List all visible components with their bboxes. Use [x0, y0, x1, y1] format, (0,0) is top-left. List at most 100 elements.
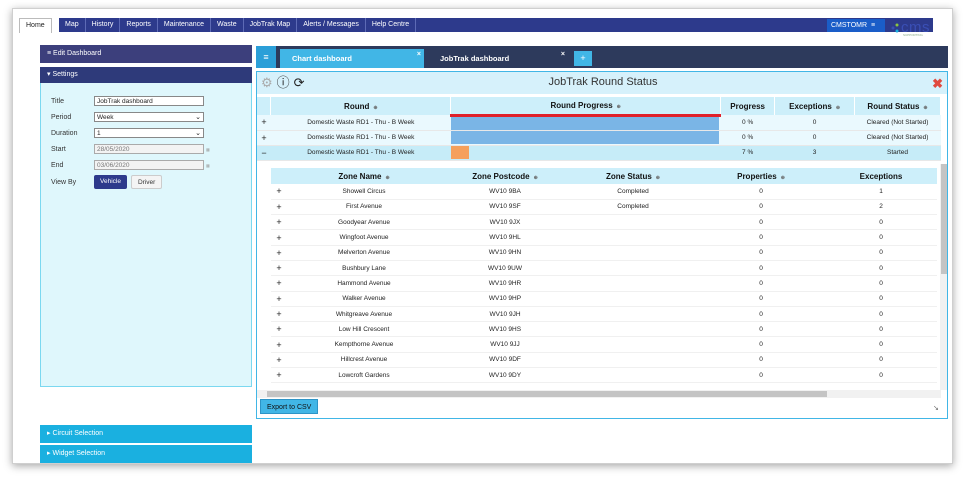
expand-icon[interactable]: +: [271, 367, 287, 384]
period-value: Week: [97, 114, 114, 121]
expand-icon[interactable]: +: [271, 336, 287, 353]
settings-body: Title JobTrak dashboard Period Week ⌄ Du…: [40, 83, 252, 387]
circuit-selection-header[interactable]: ▸ Circuit Selection: [40, 425, 252, 443]
col-exceptions[interactable]: Exceptions ⊕: [774, 97, 856, 115]
zone-row[interactable]: + Lowcroft Gardens WV10 9DY 0 0: [271, 367, 937, 384]
end-date-input[interactable]: 03/06/2020: [94, 160, 204, 170]
col-properties[interactable]: Properties ⊕: [697, 168, 825, 184]
filter-icon[interactable]: ⊕: [385, 175, 389, 181]
zone-row[interactable]: + Wingfoot Avenue WV10 9HL 0 0: [271, 229, 937, 246]
tabs-menu-icon[interactable]: ≡: [256, 46, 276, 68]
expand-icon[interactable]: +: [271, 229, 287, 246]
filter-icon[interactable]: ⊕: [656, 175, 660, 181]
settings-gear-icon[interactable]: ⚙: [261, 75, 273, 90]
tab-jobtrak-dashboard[interactable]: JobTrak dashboard ×: [428, 49, 568, 68]
vertical-scrollbar[interactable]: [940, 164, 947, 390]
filter-icon[interactable]: ⊕: [923, 105, 927, 111]
calendar-icon[interactable]: ▦: [206, 163, 210, 168]
expand-icon[interactable]: +: [271, 321, 287, 338]
col-zone-exceptions[interactable]: Exceptions: [825, 168, 937, 184]
round-row[interactable]: + Domestic Waste RD1 - Thu - B Week 0 % 0 Cl…: [257, 115, 941, 131]
zone-name: Walker Avenue: [287, 291, 441, 307]
expand-icon[interactable]: +: [271, 199, 287, 216]
zone-row[interactable]: + Goodyear Avenue WV10 9JX 0 0: [271, 214, 937, 231]
zone-row[interactable]: + Hillcrest Avenue WV10 9DF 0 0: [271, 352, 937, 369]
zone-row[interactable]: + Kempthorne Avenue WV10 9JJ 0 0: [271, 336, 937, 353]
col-zone-name[interactable]: Zone Name ⊕: [287, 168, 441, 184]
driver-button[interactable]: Driver: [130, 175, 163, 189]
horizontal-scrollbar[interactable]: [257, 390, 941, 398]
round-toggle[interactable]: +: [257, 130, 271, 146]
nav-help[interactable]: Help Centre: [366, 18, 417, 32]
filter-icon[interactable]: ⊕: [781, 175, 785, 181]
round-row[interactable]: − Domestic Waste RD1 - Thu - B Week 7 % 3 St…: [257, 145, 941, 161]
expand-icon[interactable]: +: [271, 275, 287, 292]
zone-exceptions: 1: [825, 184, 937, 200]
start-date-input[interactable]: 28/05/2020: [94, 144, 204, 154]
round-row[interactable]: + Domestic Waste RD1 - Thu - B Week 0 % 0 Cl…: [257, 130, 941, 146]
zone-properties: 0: [697, 336, 825, 353]
expand-icon[interactable]: +: [271, 352, 287, 369]
add-tab-button[interactable]: +: [574, 51, 592, 66]
zone-row[interactable]: + Bushbury Lane WV10 9UW 0 0: [271, 260, 937, 277]
zone-row[interactable]: + Hammond Avenue WV10 9HR 0 0: [271, 275, 937, 292]
calendar-icon[interactable]: ▦: [206, 147, 210, 152]
edit-dashboard-header[interactable]: ≡ Edit Dashboard: [40, 45, 252, 63]
zone-row[interactable]: + Walker Avenue WV10 9HP 0 0: [271, 291, 937, 307]
round-exceptions: 0: [774, 115, 855, 131]
close-icon[interactable]: ×: [561, 45, 565, 64]
zone-row[interactable]: + Whitgreave Avenue WV10 9JH 0 0: [271, 306, 937, 323]
scroll-thumb[interactable]: [941, 164, 947, 274]
refresh-icon[interactable]: ⟳: [294, 75, 305, 90]
expand-icon[interactable]: +: [271, 260, 287, 277]
title-input[interactable]: JobTrak dashboard: [94, 96, 204, 106]
filter-icon[interactable]: ⊕: [534, 175, 538, 181]
expand-icon[interactable]: +: [271, 214, 287, 231]
col-zone-postcode[interactable]: Zone Postcode ⊕: [441, 168, 569, 184]
duration-select[interactable]: 1 ⌄: [94, 128, 204, 138]
widget-selection-header[interactable]: ▸ Widget Selection: [40, 445, 252, 463]
user-menu-button[interactable]: CMSTOMR ≡: [827, 19, 885, 32]
nav-reports[interactable]: Reports: [120, 18, 158, 32]
vehicle-button[interactable]: Vehicle: [94, 175, 127, 189]
expand-icon[interactable]: +: [271, 245, 287, 261]
expand-icon[interactable]: +: [271, 291, 287, 307]
nav-history[interactable]: History: [86, 18, 121, 32]
period-select[interactable]: Week ⌄: [94, 112, 204, 122]
close-widget-icon[interactable]: ✖: [932, 76, 943, 92]
nav-map[interactable]: Map: [59, 18, 86, 32]
col-round-status[interactable]: Round Status ⊕: [854, 97, 941, 115]
zone-row[interactable]: + First Avenue WV10 9SF Completed 0 2: [271, 199, 937, 216]
zone-name: Melverton Avenue: [287, 245, 441, 261]
info-icon[interactable]: ⓘ: [277, 75, 290, 90]
filter-icon[interactable]: ⊕: [373, 105, 377, 111]
col-progress[interactable]: Progress: [720, 97, 776, 115]
zone-exceptions: 0: [825, 367, 937, 384]
nav-alerts[interactable]: Alerts / Messages: [297, 18, 366, 32]
zone-row[interactable]: + Showell Circus WV10 9BA Completed 0 1: [271, 184, 937, 200]
round-toggle[interactable]: −: [257, 145, 271, 161]
resize-handle-icon[interactable]: ↘: [933, 404, 939, 412]
col-round-progress[interactable]: Round Progress ⊕: [450, 97, 722, 117]
filter-icon[interactable]: ⊕: [617, 104, 621, 110]
export-csv-button[interactable]: Export to CSV: [260, 399, 319, 414]
tab-chart-dashboard[interactable]: Chart dashboard ×: [280, 49, 424, 68]
nav-jobtrak-map[interactable]: JobTrak Map: [244, 18, 298, 32]
zone-properties: 0: [697, 199, 825, 216]
zone-row[interactable]: + Melverton Avenue WV10 9HN 0 0: [271, 245, 937, 261]
expand-icon[interactable]: +: [271, 306, 287, 323]
nav-maintenance[interactable]: Maintenance: [158, 18, 212, 32]
filter-icon[interactable]: ⊕: [836, 105, 840, 111]
col-zone-status[interactable]: Zone Status ⊕: [569, 168, 697, 184]
expand-icon[interactable]: +: [271, 184, 287, 200]
settings-header[interactable]: ▾ Settings: [40, 67, 252, 83]
round-progress-cell: [450, 130, 721, 146]
nav-home[interactable]: Home: [19, 18, 52, 33]
close-icon[interactable]: ×: [417, 45, 421, 64]
zone-status: Completed: [569, 184, 697, 200]
round-toggle[interactable]: +: [257, 115, 271, 131]
scroll-thumb[interactable]: [267, 391, 827, 397]
zone-row[interactable]: + Low Hill Crescent WV10 9HS 0 0: [271, 321, 937, 338]
col-round[interactable]: Round ⊕: [270, 97, 452, 115]
nav-waste[interactable]: Waste: [211, 18, 244, 32]
